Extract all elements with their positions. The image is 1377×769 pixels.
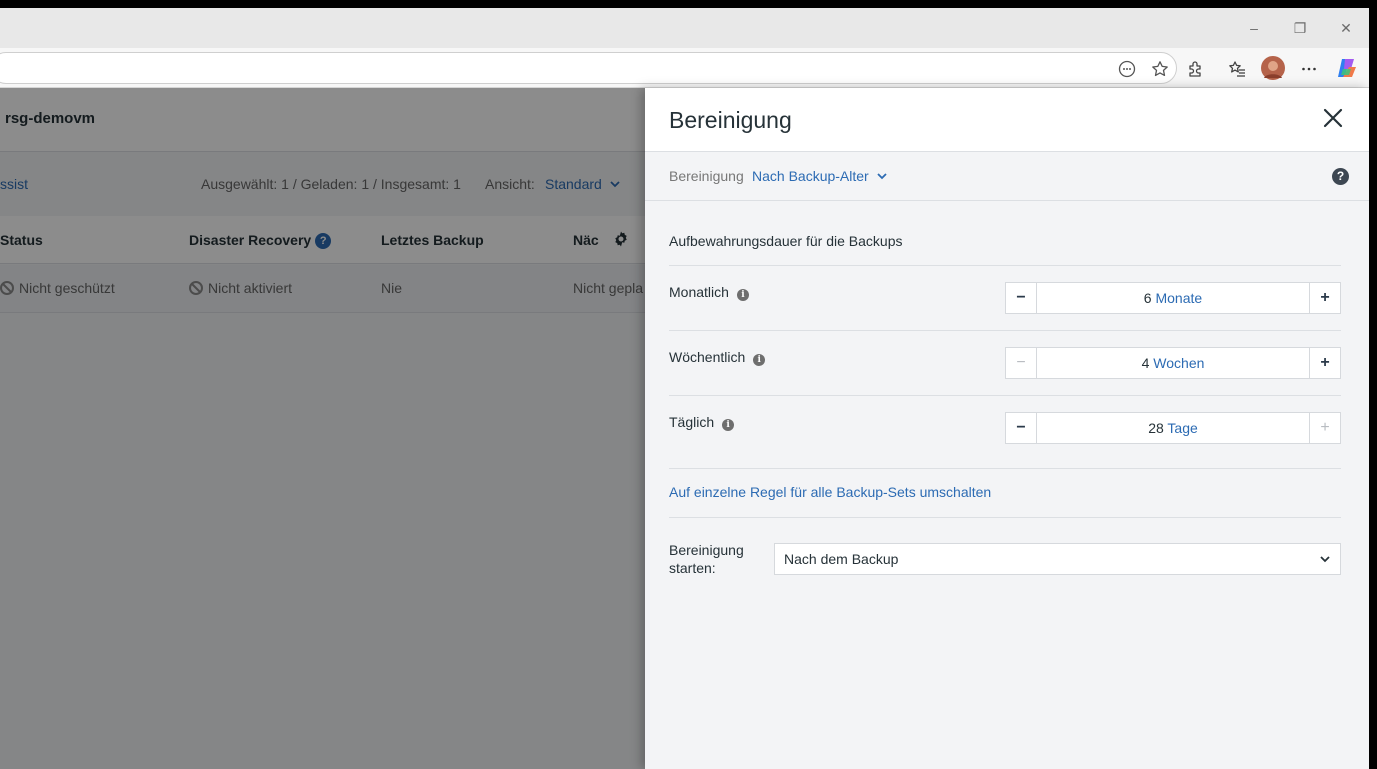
extensions-icon[interactable] — [1185, 58, 1207, 80]
rule-weekly-text: Wöchentlich — [669, 349, 746, 365]
weekly-number: 4 — [1141, 355, 1150, 371]
rule-daily-text: Täglich — [669, 414, 715, 430]
retention-section-title: Aufbewahrungsdauer für die Backups — [669, 233, 903, 249]
cleanup-mode-bar: Bereinigung Nach Backup-Alter ? — [645, 152, 1369, 201]
favorite-star-icon[interactable] — [1149, 58, 1171, 80]
daily-increment-button[interactable]: + — [1309, 413, 1340, 443]
rule-monthly-text: Monatlich — [669, 284, 729, 300]
divider — [669, 468, 1341, 469]
restore-button[interactable]: ❐ — [1286, 16, 1314, 40]
divider — [669, 330, 1341, 331]
weekly-increment-button[interactable]: + — [1309, 348, 1340, 378]
profile-avatar[interactable] — [1261, 56, 1285, 80]
browser-toolbar — [0, 48, 1369, 88]
cleanup-start-select[interactable]: Nach dem Backup — [774, 543, 1341, 575]
cleanup-mode-dropdown[interactable]: Nach Backup-Alter — [752, 168, 888, 184]
divider — [669, 517, 1341, 518]
weekly-unit: Wochen — [1153, 355, 1205, 371]
rule-daily-label: Täglich i — [669, 414, 735, 431]
daily-number: 28 — [1148, 420, 1164, 436]
modal-overlay[interactable] — [0, 88, 645, 769]
favorites-icon[interactable] — [1226, 58, 1248, 80]
chevron-down-icon — [876, 173, 887, 180]
screen: – ❐ ✕ rsg-demovm ssist Ausgewählt: 1 / G… — [0, 8, 1369, 769]
panel-header: Bereinigung — [645, 88, 1369, 152]
help-icon[interactable]: ? — [1332, 168, 1349, 185]
info-icon[interactable]: i — [722, 419, 735, 431]
monthly-stepper: − 6 Monate + — [1005, 282, 1341, 314]
weekly-stepper: − 4 Wochen + — [1005, 347, 1341, 379]
divider — [669, 395, 1341, 396]
address-bar[interactable] — [0, 52, 1177, 84]
cleanup-panel: Bereinigung Bereinigung Nach Backup-Alte… — [645, 88, 1369, 769]
monthly-number: 6 — [1143, 290, 1152, 306]
monthly-increment-button[interactable]: + — [1309, 283, 1340, 313]
monthly-decrement-button[interactable]: − — [1006, 283, 1037, 313]
cleanup-start-value: Nach dem Backup — [784, 551, 899, 567]
cleanup-mode-value: Nach Backup-Alter — [752, 168, 869, 184]
daily-value[interactable]: 28 Tage — [1038, 420, 1308, 436]
browser-titlebar: – ❐ ✕ — [0, 8, 1369, 48]
monthly-unit: Monate — [1155, 290, 1203, 306]
weekly-decrement-button[interactable]: − — [1006, 348, 1037, 378]
chevron-down-icon — [1320, 556, 1330, 563]
rule-monthly-label: Monatlich i — [669, 284, 749, 301]
switch-single-rule-link[interactable]: Auf einzelne Regel für alle Backup-Sets … — [669, 484, 991, 500]
rule-weekly-label: Wöchentlich i — [669, 349, 766, 366]
daily-decrement-button[interactable]: − — [1006, 413, 1037, 443]
reader-icon[interactable] — [1116, 58, 1138, 80]
copilot-icon[interactable] — [1335, 56, 1359, 80]
divider — [669, 265, 1341, 266]
weekly-value[interactable]: 4 Wochen — [1038, 355, 1308, 371]
monthly-value[interactable]: 6 Monate — [1038, 290, 1308, 306]
close-window-button[interactable]: ✕ — [1332, 16, 1360, 40]
more-icon[interactable] — [1298, 58, 1320, 80]
info-icon[interactable]: i — [753, 354, 766, 366]
minimize-button[interactable]: – — [1240, 16, 1268, 40]
daily-stepper: − 28 Tage + — [1005, 412, 1341, 444]
daily-unit: Tage — [1167, 420, 1198, 436]
cleanup-start-label: Bereinigung starten: — [669, 542, 744, 576]
info-icon[interactable]: i — [736, 289, 749, 301]
panel-title: Bereinigung — [669, 107, 792, 133]
close-icon[interactable] — [1321, 106, 1345, 130]
cleanup-mode-label: Bereinigung — [669, 168, 744, 184]
